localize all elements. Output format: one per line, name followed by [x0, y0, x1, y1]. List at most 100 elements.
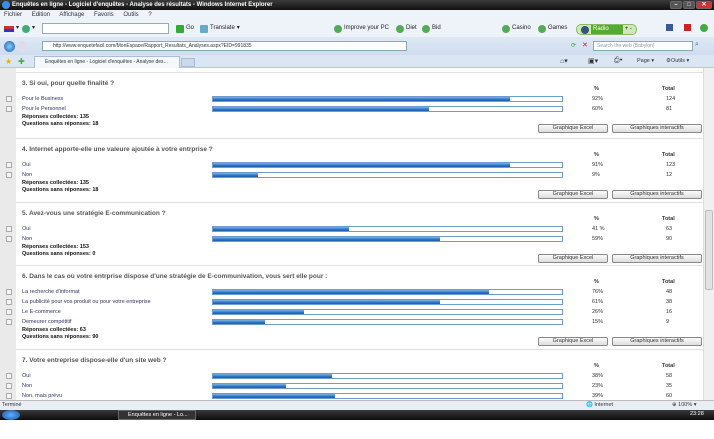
- answer-bar-fill: [213, 173, 259, 177]
- answer-checkbox[interactable]: [6, 373, 12, 379]
- stop-icon[interactable]: ✕: [582, 41, 588, 49]
- menu-help[interactable]: ?: [148, 12, 151, 18]
- pct-header: %: [594, 363, 599, 369]
- excel-chart-button[interactable]: Graphique Excel: [538, 254, 608, 263]
- total-header: Total: [662, 152, 675, 158]
- answer-label: Non: [22, 172, 33, 178]
- refresh-icon[interactable]: ⟳: [571, 42, 576, 49]
- menu-favoris[interactable]: Favoris: [94, 12, 114, 18]
- interactive-charts-button[interactable]: Graphiques interactifs: [612, 254, 702, 263]
- favorites-star-icon[interactable]: ★: [5, 57, 12, 66]
- answer-row: La recherche d'informat 76% 48: [6, 288, 703, 298]
- excel-chart-button[interactable]: Graphique Excel: [538, 124, 608, 133]
- interactive-charts-button[interactable]: Graphiques interactifs: [612, 337, 702, 346]
- answer-bar: [212, 289, 563, 295]
- answer-checkbox[interactable]: [6, 393, 12, 399]
- answer-checkbox[interactable]: [6, 236, 12, 242]
- status-bar: Terminé 🌐 Internet ⊕ 100% ▾: [0, 400, 714, 410]
- minimize-button[interactable]: –: [670, 1, 682, 9]
- facebook-icon[interactable]: [666, 24, 673, 31]
- answer-checkbox[interactable]: [6, 383, 12, 389]
- web-search-input[interactable]: Search the web (Babylon): [593, 41, 693, 51]
- answer-checkbox[interactable]: [6, 96, 12, 102]
- menu-outils[interactable]: Outils: [123, 12, 138, 18]
- answer-checkbox[interactable]: [6, 226, 12, 232]
- answer-checkbox[interactable]: [6, 319, 12, 325]
- answer-total: 58: [666, 373, 673, 379]
- search-icon[interactable]: ⌕: [695, 41, 699, 49]
- print-icon[interactable]: ⎙▾: [614, 57, 623, 65]
- interactive-charts-button[interactable]: Graphiques interactifs: [612, 124, 702, 133]
- add-favorite-icon[interactable]: ✚: [18, 57, 25, 66]
- start-button[interactable]: [2, 410, 20, 420]
- answer-bar-fill: [213, 237, 440, 241]
- answer-checkbox[interactable]: [6, 172, 12, 178]
- vertical-scrollbar[interactable]: [703, 68, 714, 400]
- avatar-icon[interactable]: [700, 24, 708, 32]
- babylon-icon[interactable]: ▾: [22, 24, 35, 33]
- feeds-icon[interactable]: ▣▾: [588, 57, 598, 65]
- answer-total: 124: [666, 96, 676, 102]
- go-button[interactable]: Go: [176, 24, 194, 33]
- address-bar: http://www.enquetefacil.com/MonEspace/Ra…: [0, 37, 714, 55]
- pct-header: %: [594, 216, 599, 222]
- maximize-button[interactable]: □: [683, 1, 695, 9]
- toolbar-search-input[interactable]: [42, 23, 169, 34]
- url-input[interactable]: http://www.enquetefacil.com/MonEspace/Ra…: [42, 41, 407, 51]
- close-button[interactable]: ✕: [696, 1, 712, 9]
- scrollbar-thumb[interactable]: [705, 210, 713, 290]
- collected-stat: Réponses collectées: 63: [22, 327, 86, 333]
- answer-checkbox[interactable]: [6, 309, 12, 315]
- home-icon[interactable]: ⌂▾: [560, 57, 568, 65]
- menu-affichage[interactable]: Affichage: [59, 12, 84, 18]
- translate-button[interactable]: Translate ▾: [200, 24, 240, 33]
- answer-total: 38: [666, 299, 673, 305]
- answer-total: 123: [666, 162, 676, 168]
- forward-icon[interactable]: [17, 41, 28, 52]
- answer-checkbox[interactable]: [6, 162, 12, 168]
- tools-menu[interactable]: ⚙Outils ▾: [666, 58, 689, 64]
- answer-label: Pour le Personnel: [22, 106, 66, 112]
- unanswered-stat: Questions sans réponses: 0: [22, 251, 96, 257]
- menu-edition[interactable]: Edition: [32, 12, 50, 18]
- answer-checkbox[interactable]: [6, 299, 12, 305]
- tab-bar: ★ ✚ Enquêtes en ligne - Logiciel d'enquê…: [0, 55, 714, 68]
- question-title: 3. Si oui, pour quelle finalité ?: [22, 80, 115, 87]
- results-content: 3. Si oui, pour quelle finalité ? % Tota…: [6, 68, 703, 400]
- excel-chart-button[interactable]: Graphique Excel: [538, 190, 608, 199]
- radio-widget[interactable]: Radio + -: [576, 24, 637, 35]
- bid-button[interactable]: Bid: [422, 24, 441, 33]
- babylon-toolbar: ▾ ▾ Go Translate ▾ Improve your PC Diet B…: [0, 20, 714, 37]
- interactive-charts-button[interactable]: Graphiques interactifs: [612, 190, 702, 199]
- back-icon[interactable]: [4, 41, 15, 52]
- answer-bar-fill: [213, 320, 266, 324]
- browser-tab[interactable]: Enquêtes en ligne - Logiciel d'enquêtes …: [34, 56, 180, 68]
- flag-icon[interactable]: ▾: [4, 24, 19, 33]
- answer-label: La publicité pour vos produit ou pour vo…: [22, 299, 151, 305]
- improve-pc-button[interactable]: Improve your PC: [334, 24, 389, 33]
- excel-chart-button[interactable]: Graphique Excel: [538, 337, 608, 346]
- new-tab-button[interactable]: [181, 58, 195, 67]
- answer-percent: 61%: [592, 299, 604, 305]
- taskbar-ie-item[interactable]: Enquêtes en ligne - Lo...: [118, 410, 196, 420]
- left-margin: [0, 68, 16, 400]
- diet-button[interactable]: Diet: [396, 24, 417, 33]
- question-title: 7. Votre entreprise dispose-elle d'un si…: [22, 357, 167, 364]
- answer-checkbox[interactable]: [6, 106, 12, 112]
- zoom-control[interactable]: ⊕ 100% ▾: [672, 401, 697, 410]
- casino-button[interactable]: Casino: [502, 24, 531, 33]
- menu-fichier[interactable]: Fichier: [4, 12, 22, 18]
- page-menu[interactable]: Page ▾: [637, 58, 654, 64]
- answer-bar-fill: [213, 394, 336, 398]
- answer-percent: 91%: [592, 162, 604, 168]
- collected-stat: Réponses collectées: 135: [22, 180, 89, 186]
- answer-total: 9: [666, 319, 670, 325]
- youtube-icon[interactable]: [684, 24, 691, 31]
- answer-percent: 41 %: [592, 226, 605, 232]
- games-button[interactable]: Games: [538, 24, 567, 33]
- answer-bar-fill: [213, 107, 430, 111]
- answer-bar-fill: [213, 310, 304, 314]
- answer-checkbox[interactable]: [6, 289, 12, 295]
- question-block: 6. Dans le cas où votre entrprise dispos…: [6, 265, 703, 355]
- answer-row: Oui 41 % 63: [6, 225, 703, 235]
